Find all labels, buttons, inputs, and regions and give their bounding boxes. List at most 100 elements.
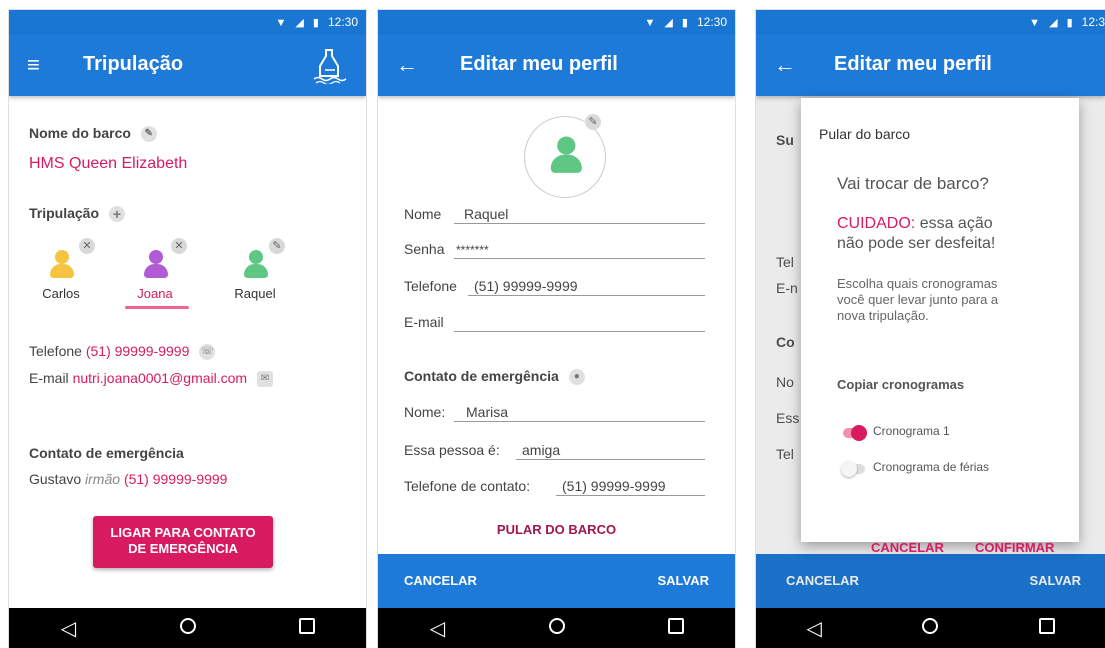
crew-label: Tripulação + <box>29 205 125 223</box>
avatar-joana-icon <box>141 250 169 280</box>
recents-nav-icon[interactable] <box>656 617 696 640</box>
dialog-question: Vai trocar de barco? <box>837 174 989 193</box>
schedule-2-label: Cronograma de férias <box>873 460 990 474</box>
system-nav-bar: ◁ <box>9 608 366 648</box>
member-name-joana: Joana <box>137 286 173 301</box>
recents-nav-icon[interactable] <box>1027 617 1067 640</box>
signal-icons: ▼ ◢ ▮ <box>644 16 691 29</box>
jump-boat-dialog: Pular do barco Vai trocar de barco? CUID… <box>801 98 1079 555</box>
signal-icons: ▼ ◢ ▮ <box>1029 16 1076 29</box>
emergency-relation-field[interactable]: Essa pessoa é: amiga <box>404 440 705 460</box>
name-field[interactable]: Nome Raquel <box>404 204 705 224</box>
status-bar: ▼ ◢ ▮ 12:3 <box>756 10 1105 34</box>
boat-name-value: HMS Queen Elizabeth <box>29 155 188 172</box>
email-field-label: E-mail <box>404 314 444 330</box>
app-bar: ← Editar meu perfil <box>756 34 1105 96</box>
remove-carlos-icon[interactable]: ✕ <box>79 238 95 254</box>
emergency-relation-label: Essa pessoa é: <box>404 442 500 458</box>
app-bar: ← Editar meu perfil <box>378 34 735 96</box>
schedule-1-label: Cronograma 1 <box>873 424 950 438</box>
bottom-action-bar: CANCELAR SALVAR <box>378 554 735 608</box>
dialog-cancel-button[interactable]: CANCELAR <box>871 540 944 555</box>
mail-icon[interactable]: ✉ <box>256 371 273 388</box>
dialog-confirm-button[interactable]: CONFIRMAR <box>975 540 1054 555</box>
remove-joana-icon[interactable]: ✕ <box>171 238 187 254</box>
warning-rest-2: não pode ser desfeita! <box>837 235 996 252</box>
screen-crew: ▼ ◢ ▮ 12:30 ≡ Tripulação Nome do barco ✎… <box>9 10 366 648</box>
emergency-contact-row: Gustavo irmão (51) 99999-9999 <box>29 471 227 487</box>
emergency-relation-value: amiga <box>522 442 561 458</box>
emergency-contact-label: Contato de emergência ● <box>404 368 585 386</box>
home-nav-icon[interactable] <box>910 617 950 640</box>
add-crew-member-icon[interactable]: + <box>108 206 125 223</box>
email-label: E-mail <box>29 370 69 386</box>
copy-schedules-label: Copiar cronogramas <box>837 377 965 392</box>
member-name-raquel: Raquel <box>234 286 276 301</box>
emergency-name-value: Marisa <box>466 404 509 420</box>
status-time: 12:30 <box>327 15 358 29</box>
edit-raquel-icon[interactable]: ✎ <box>269 238 285 254</box>
back-nav-icon[interactable]: ◁ <box>794 616 834 641</box>
emergency-phone-value: (51) 99999-9999 <box>562 478 666 494</box>
emergency-name-label: Nome: <box>404 404 446 420</box>
selected-indicator <box>125 306 189 309</box>
password-field-value: ******* <box>456 243 489 257</box>
warning-rest-1: essa ação <box>919 215 993 232</box>
back-nav-icon[interactable]: ◁ <box>49 616 89 641</box>
emergency-name-field[interactable]: Nome: Marisa <box>404 402 705 422</box>
phone-field[interactable]: Telefone (51) 99999-9999 <box>404 276 705 296</box>
menu-icon[interactable]: ≡ <box>27 51 40 79</box>
desc-line-1: Escolha quais cronogramas <box>837 276 998 291</box>
email-value[interactable]: nutri.joana0001@gmail.com <box>73 370 248 386</box>
phone-call-icon[interactable]: ☏ <box>199 344 216 361</box>
call-emergency-button[interactable]: LIGAR PARA CONTATO DE EMERGÊNCIA <box>93 516 273 568</box>
jump-boat-button[interactable]: PULAR DO BARCO <box>378 522 735 537</box>
dialog-warning: CUIDADO: essa ação não pode ser desfeita… <box>837 214 995 254</box>
home-nav-icon[interactable] <box>168 617 208 640</box>
emergency-phone-label: Telefone de contato: <box>404 478 531 494</box>
emergency-phone[interactable]: (51) 99999-9999 <box>124 471 228 487</box>
boat-name-label-text: Nome do barco <box>29 125 131 141</box>
emergency-contact-label-text: Contato de emergência <box>404 368 559 384</box>
page-title: Editar meu perfil <box>460 53 618 75</box>
emergency-relation: irmão <box>85 471 121 487</box>
status-bar: ▼ ◢ ▮ 12:30 <box>9 10 366 34</box>
signal-icons: ▼ ◢ ▮ <box>275 16 322 29</box>
crew-label-text: Tripulação <box>29 205 100 221</box>
phone-row: Telefone (51) 99999-9999 ☏ <box>29 343 216 361</box>
bottle-logo-icon <box>313 49 347 84</box>
cancel-button[interactable]: CANCELAR <box>404 573 477 588</box>
profile-person-icon <box>547 136 583 176</box>
page-title: Tripulação <box>83 53 184 75</box>
emergency-contact-label: Contato de emergência <box>29 445 184 461</box>
phone-field-label: Telefone <box>404 278 457 294</box>
system-nav-bar: ◁ <box>378 608 735 648</box>
screen-jump-dialog: ▼ ◢ ▮ 12:3 ← Editar meu perfil Su Tel E-… <box>756 10 1105 648</box>
warning-strong: CUIDADO: <box>837 215 916 232</box>
member-name-carlos: Carlos <box>42 286 80 301</box>
password-field-label: Senha <box>404 241 445 257</box>
emergency-name: Gustavo <box>29 471 82 487</box>
password-field[interactable]: Senha ******* <box>404 239 705 259</box>
contact-person-icon: ● <box>568 369 585 386</box>
phone-value[interactable]: (51) 99999-9999 <box>86 343 190 359</box>
home-nav-icon[interactable] <box>537 617 577 640</box>
back-arrow-icon[interactable]: ← <box>774 51 796 79</box>
email-row: E-mail nutri.joana0001@gmail.com ✉ <box>29 370 273 388</box>
dialog-title: Pular do barco <box>819 126 911 142</box>
save-button[interactable]: SALVAR <box>657 573 709 588</box>
schedule-2-toggle[interactable] <box>841 461 865 477</box>
schedule-1-toggle[interactable] <box>843 425 867 441</box>
email-field[interactable]: E-mail <box>404 312 705 332</box>
status-time: 12:30 <box>696 15 727 29</box>
edit-boat-name-icon[interactable]: ✎ <box>140 126 157 143</box>
system-nav-bar: ◁ <box>756 608 1105 648</box>
back-arrow-icon[interactable]: ← <box>396 51 418 79</box>
edit-photo-icon[interactable]: ✎ <box>585 114 601 130</box>
back-nav-icon[interactable]: ◁ <box>418 616 458 641</box>
dialog-description: Escolha quais cronogramas você quer leva… <box>837 276 998 324</box>
emergency-phone-field[interactable]: Telefone de contato: (51) 99999-9999 <box>404 476 705 496</box>
recents-nav-icon[interactable] <box>287 617 327 640</box>
avatar-carlos-icon <box>47 250 75 280</box>
desc-line-3: nova tripulação. <box>837 308 929 323</box>
